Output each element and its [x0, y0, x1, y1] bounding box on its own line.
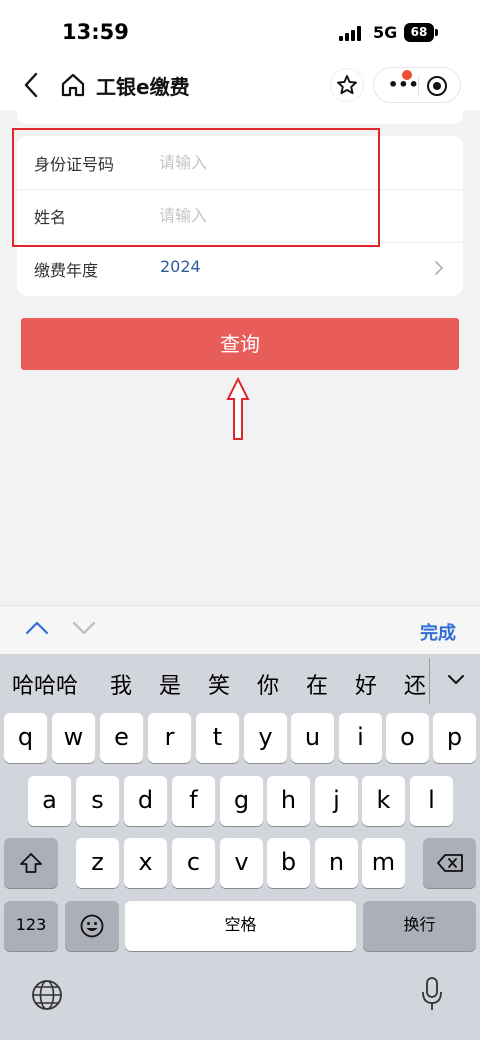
key-z[interactable]: z	[76, 838, 119, 888]
return-key[interactable]: 换行	[363, 901, 476, 951]
candidate-word[interactable]: 笑	[208, 668, 230, 700]
chevron-down-icon[interactable]	[71, 619, 97, 637]
annotation-highlight-box	[12, 128, 380, 247]
keyboard: 哈哈哈 我 是 笑 你 在 好 还 q w e r t y u i o p a …	[0, 654, 480, 1040]
shift-key[interactable]	[4, 838, 58, 888]
emoji-key[interactable]	[65, 901, 119, 951]
key-s[interactable]: s	[76, 776, 119, 826]
emoji-icon	[80, 914, 104, 938]
key-y[interactable]: y	[244, 713, 287, 763]
nav-bar: 工银e缴费 •••	[0, 62, 480, 110]
candidate-divider	[429, 658, 430, 704]
battery-cap	[435, 29, 438, 36]
key-m[interactable]: m	[362, 838, 405, 888]
query-button[interactable]: 查询	[21, 318, 459, 370]
candidate-word[interactable]: 在	[306, 668, 328, 700]
key-f[interactable]: f	[172, 776, 215, 826]
notification-badge	[402, 70, 412, 80]
candidate-word[interactable]: 哈哈哈	[12, 668, 78, 700]
more-dots-icon[interactable]: •••	[388, 77, 419, 93]
capsule-divider	[418, 77, 419, 95]
payment-year-value[interactable]: 2024	[160, 257, 201, 276]
key-q[interactable]: q	[4, 713, 47, 763]
annotation-arrow-icon	[226, 376, 250, 441]
key-k[interactable]: k	[362, 776, 405, 826]
miniapp-capsule: •••	[373, 67, 461, 103]
candidate-word[interactable]: 好	[355, 668, 377, 700]
candidate-word[interactable]: 还	[404, 668, 426, 700]
previous-card-edge	[17, 110, 463, 124]
back-icon[interactable]	[18, 70, 46, 100]
key-l[interactable]: l	[410, 776, 453, 826]
key-d[interactable]: d	[124, 776, 167, 826]
backspace-icon	[436, 854, 463, 872]
key-h[interactable]: h	[267, 776, 310, 826]
key-n[interactable]: n	[315, 838, 358, 888]
done-button[interactable]: 完成	[420, 619, 456, 645]
key-i[interactable]: i	[339, 713, 382, 763]
candidate-word[interactable]: 我	[110, 668, 132, 700]
backspace-key[interactable]	[423, 838, 476, 888]
form-row-payment-year[interactable]: 缴费年度 2024	[17, 242, 463, 295]
battery-icon: 68	[404, 23, 434, 42]
key-r[interactable]: r	[148, 713, 191, 763]
key-u[interactable]: u	[291, 713, 334, 763]
key-a[interactable]: a	[28, 776, 71, 826]
key-g[interactable]: g	[220, 776, 263, 826]
key-c[interactable]: c	[172, 838, 215, 888]
key-b[interactable]: b	[267, 838, 310, 888]
candidate-word[interactable]: 是	[159, 668, 181, 700]
signal-icon	[339, 25, 365, 41]
favorite-star-icon[interactable]	[330, 68, 364, 102]
candidate-bar: 哈哈哈 我 是 笑 你 在 好 还	[0, 654, 480, 710]
page-title: 工银e缴费	[96, 75, 190, 99]
chevron-up-icon[interactable]	[24, 619, 50, 637]
key-v[interactable]: v	[220, 838, 263, 888]
key-x[interactable]: x	[124, 838, 167, 888]
space-key[interactable]: 空格	[125, 901, 356, 951]
globe-icon[interactable]	[30, 978, 64, 1012]
home-icon[interactable]	[60, 71, 86, 99]
status-time: 13:59	[62, 20, 129, 44]
status-bar: 13:59 5G 68	[0, 0, 480, 62]
key-o[interactable]: o	[386, 713, 429, 763]
candidate-word[interactable]: 你	[257, 668, 279, 700]
keyboard-toolbar: 完成	[0, 605, 480, 654]
close-miniapp-icon[interactable]	[427, 76, 447, 96]
numbers-key[interactable]: 123	[4, 901, 58, 951]
key-p[interactable]: p	[433, 713, 476, 763]
key-j[interactable]: j	[315, 776, 358, 826]
payment-year-label: 缴费年度	[34, 261, 99, 280]
shift-icon	[20, 853, 42, 873]
microphone-icon[interactable]	[420, 976, 444, 1012]
chevron-right-icon	[433, 258, 445, 278]
key-w[interactable]: w	[52, 713, 95, 763]
key-e[interactable]: e	[100, 713, 143, 763]
expand-candidates-icon[interactable]	[446, 672, 466, 686]
network-type: 5G	[373, 23, 398, 42]
key-t[interactable]: t	[196, 713, 239, 763]
